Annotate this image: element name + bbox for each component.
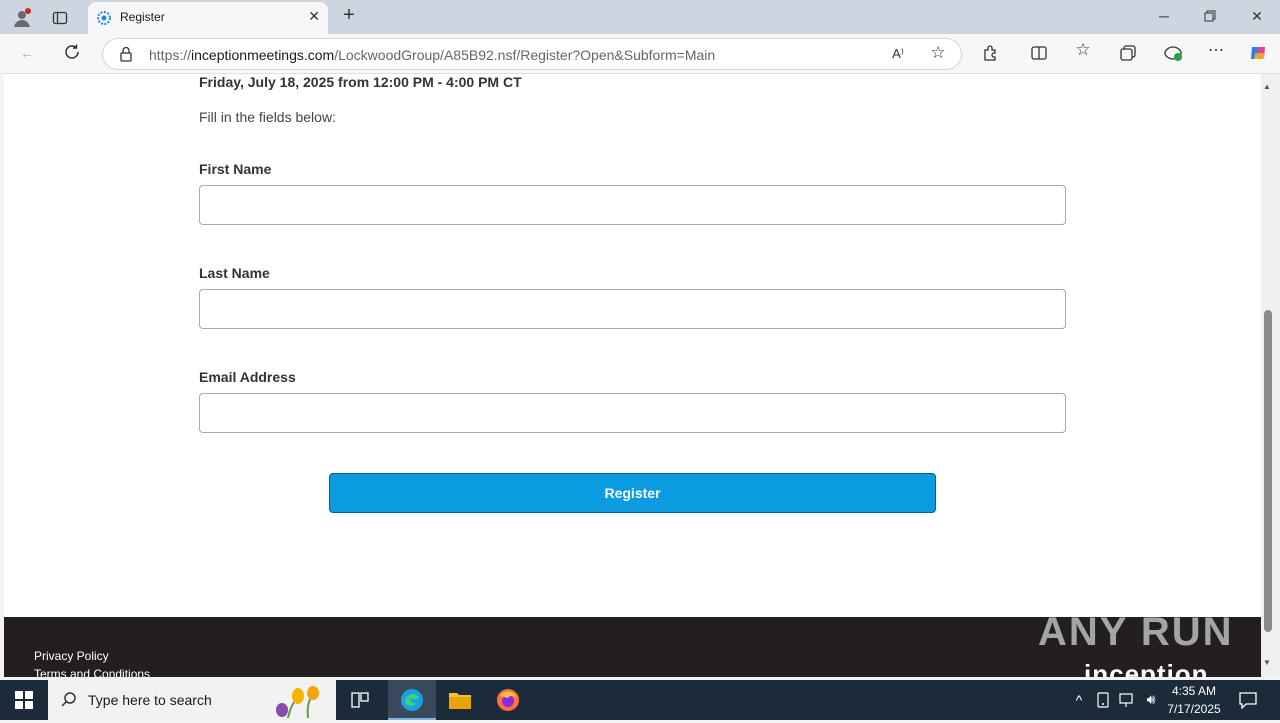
close-tab-icon[interactable]: ✕ <box>308 8 320 25</box>
minimize-icon[interactable]: ─ <box>1156 8 1172 24</box>
edge-icon <box>401 689 423 711</box>
split-screen-icon[interactable] <box>1030 44 1048 65</box>
tab-bar: Register ✕ + ─ ✕ <box>0 0 1280 34</box>
page-viewport: Friday, July 18, 2025 from 12:00 PM - 4:… <box>4 74 1261 677</box>
firefox-icon <box>497 689 519 711</box>
privacy-policy-link[interactable]: Privacy Policy <box>34 649 109 663</box>
search-icon <box>60 691 78 712</box>
settings-more-icon[interactable]: ⋯ <box>1206 43 1226 59</box>
firefox-taskbar-button[interactable] <box>484 680 532 720</box>
scroll-down-arrow-icon[interactable]: ▼ <box>1263 658 1271 667</box>
scroll-thumb[interactable] <box>1264 310 1272 632</box>
restore-icon[interactable] <box>1202 9 1218 25</box>
search-placeholder: Type here to search <box>88 692 212 708</box>
network-icon[interactable] <box>1118 692 1136 711</box>
page-scrollbar[interactable]: ▲ ▼ <box>1261 74 1280 677</box>
search-highlight-flowers-icon <box>268 684 332 719</box>
collections-icon[interactable] <box>1119 44 1137 65</box>
event-date: Friday, July 18, 2025 from 12:00 PM - 4:… <box>199 74 522 90</box>
file-explorer-taskbar-button[interactable] <box>436 680 484 720</box>
site-favicon-icon <box>96 10 112 26</box>
lock-icon[interactable] <box>119 46 133 65</box>
edge-taskbar-button[interactable] <box>388 680 436 720</box>
first-name-input[interactable] <box>199 185 1066 225</box>
favorite-star-icon[interactable]: ☆ <box>929 44 947 61</box>
clock-date[interactable]: 7/17/2025 <box>1163 702 1225 716</box>
back-icon[interactable]: ← <box>18 45 36 61</box>
refresh-icon[interactable] <box>62 43 82 63</box>
favorites-icon[interactable]: ☆ <box>1074 41 1092 58</box>
windows-taskbar: Type here to search ^ 🔊︎ 4:35 AM 7/17/20… <box>0 680 1280 720</box>
email-address-input[interactable] <box>199 393 1066 433</box>
tab-title: Register <box>120 10 165 24</box>
footer-logo: inception <box>1084 659 1209 677</box>
copilot-icon[interactable] <box>1248 43 1268 66</box>
taskbar-search-box[interactable]: Type here to search <box>48 680 336 720</box>
address-bar[interactable]: https://inceptionmeetings.com/LockwoodGr… <box>102 38 962 70</box>
new-tab-icon[interactable]: + <box>340 5 358 25</box>
volume-icon[interactable]: 🔊︎ <box>1142 691 1160 707</box>
close-window-icon[interactable]: ✕ <box>1249 8 1265 24</box>
notifications-icon[interactable] <box>1238 691 1258 712</box>
start-button[interactable] <box>0 680 48 720</box>
profile-icon[interactable] <box>12 8 32 28</box>
terms-and-conditions-link[interactable]: Terms and Conditions <box>34 667 150 677</box>
scroll-up-arrow-icon[interactable]: ▲ <box>1263 82 1271 91</box>
tab-actions-icon[interactable] <box>52 10 68 26</box>
clock-time[interactable]: 4:35 AM <box>1166 684 1222 698</box>
tab-register[interactable]: Register ✕ <box>88 2 328 34</box>
last-name-input[interactable] <box>199 289 1066 329</box>
tray-device-icon[interactable] <box>1096 692 1110 711</box>
register-button[interactable]: Register <box>329 473 936 513</box>
email-address-label: Email Address <box>199 369 296 385</box>
anyrun-watermark: ANY RUN <box>1038 610 1234 654</box>
browser-toolbar: ← https://inceptionmeetings.com/Lockwood… <box>0 34 1280 74</box>
task-view-icon[interactable] <box>350 691 370 712</box>
first-name-label: First Name <box>199 161 272 177</box>
form-instructions: Fill in the fields below: <box>199 109 336 125</box>
url-text: https://inceptionmeetings.com/LockwoodGr… <box>149 47 716 63</box>
last-name-label: Last Name <box>199 265 270 281</box>
tray-overflow-chevron-icon[interactable]: ^ <box>1072 692 1086 708</box>
browser-essentials-icon[interactable] <box>1163 44 1183 65</box>
extensions-icon[interactable] <box>982 44 1000 65</box>
windows-logo-icon <box>15 691 33 709</box>
read-aloud-icon[interactable]: A⁾ <box>889 46 907 62</box>
folder-icon <box>449 693 471 709</box>
